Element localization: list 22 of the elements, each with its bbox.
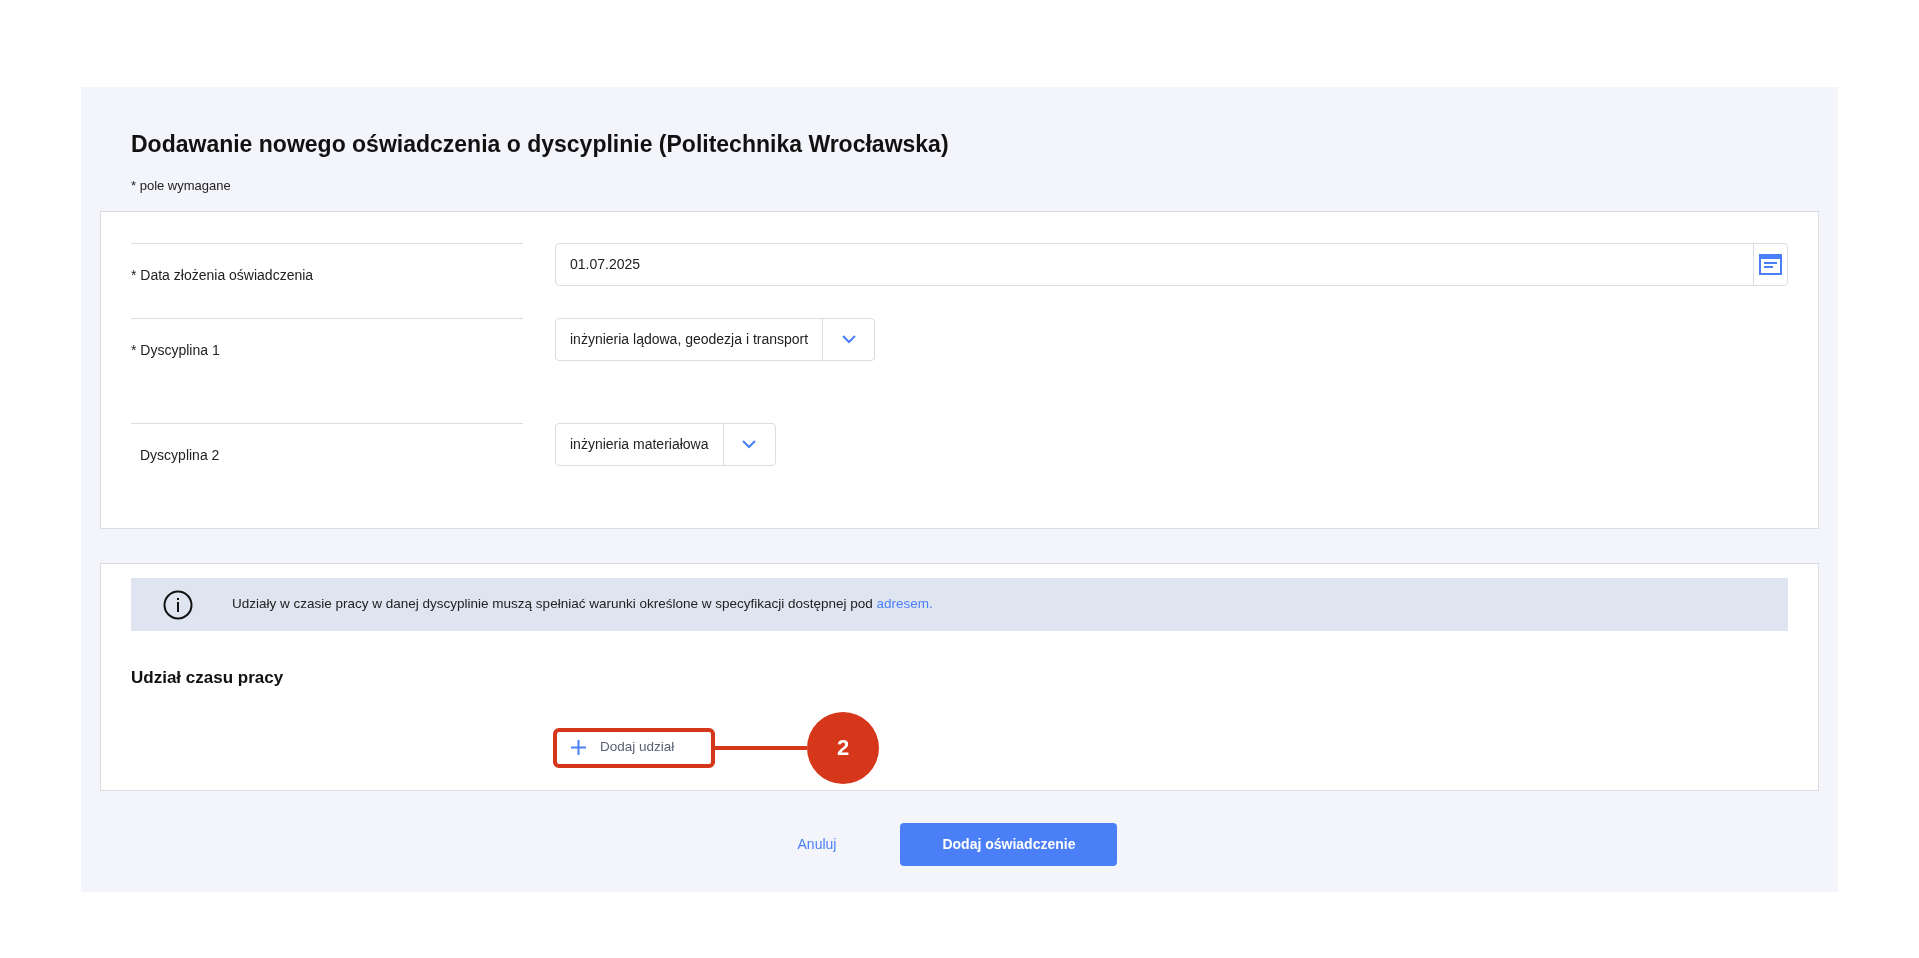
section-title: Udział czasu pracy [131,667,284,689]
field-label: * Data złożenia oświadczenia [131,267,314,283]
field-label: Dyscyplina 2 [140,447,220,463]
chevron-down-icon [742,440,756,449]
date-value: 01.07.2025 [569,255,642,274]
submit-button[interactable]: Dodaj oświadczenie [900,823,1118,866]
plus-icon [571,740,586,755]
add-share-button[interactable]: Dodaj udział [553,727,715,768]
chevron-down-icon [841,335,856,344]
select-field[interactable]: inżynieria lądowa, geodezja i transport [555,318,876,361]
select-value: inżynieria materiałowa [569,435,710,454]
page-title: Dodawanie nowego oświadczenia o dyscyplinie (Politechnika Wrocławska) [131,130,950,159]
info-icon [163,589,193,620]
select-field[interactable]: inżynieria materiałowa [555,423,776,466]
select-value: inżynieria lądowa, geodezja i transport [569,330,810,349]
date-field[interactable]: 01.07.2025 [555,243,1788,286]
required-note: * pole wymagane [131,176,231,195]
calendar-icon[interactable] [1759,254,1782,275]
field-label: * Dyscyplina 1 [131,342,220,358]
cancel-link[interactable]: Anuluj [791,834,843,855]
callout-marker: 2 [807,711,879,784]
info-text: Udziały w czasie pracy w danej dyscyplinie muszą spełniać warunki określone w specyfikacji dostępnej pod adresem. [232,595,933,614]
